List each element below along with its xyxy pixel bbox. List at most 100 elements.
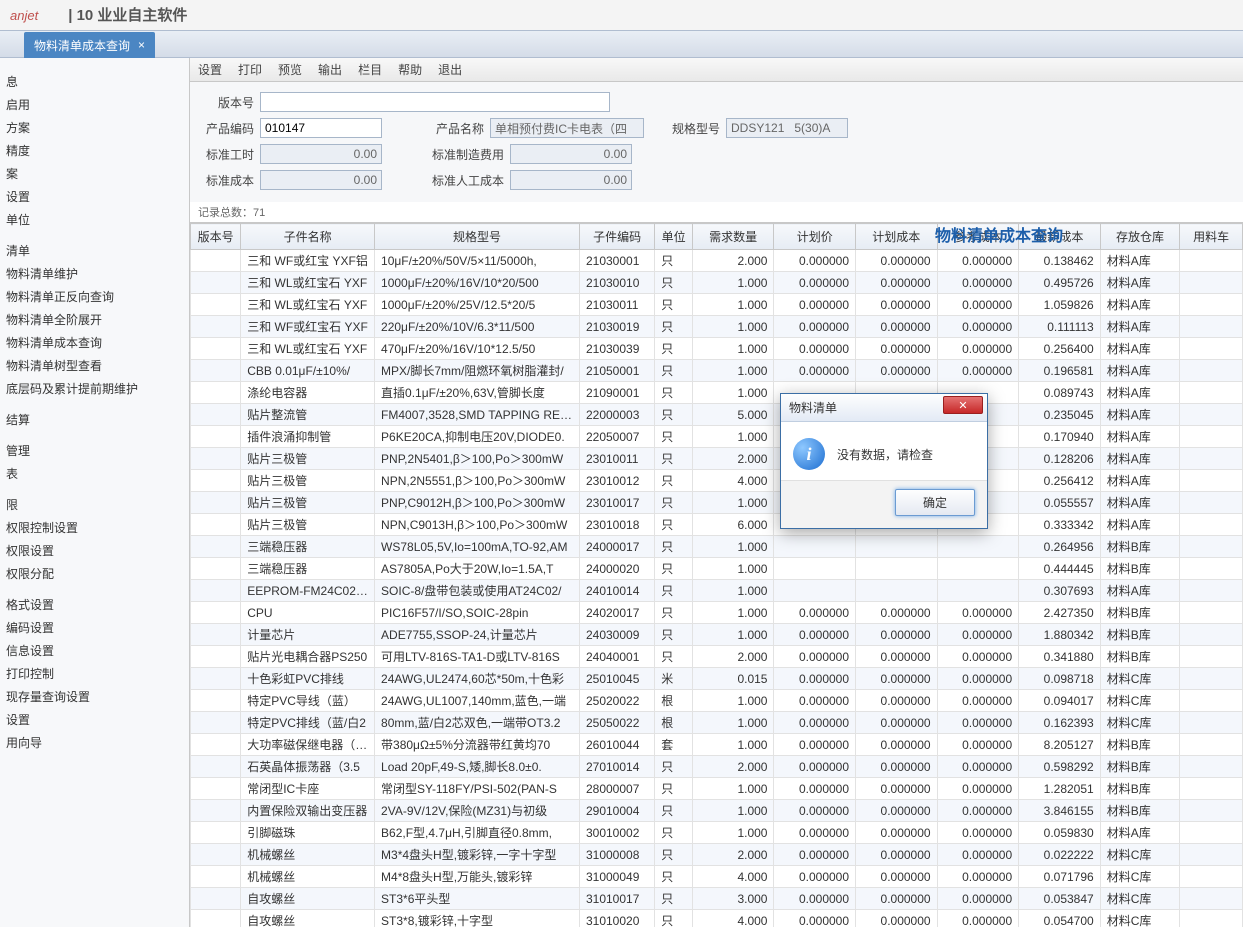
- sidebar-item[interactable]: 物料清单树型查看: [0, 354, 189, 377]
- sidebar-item[interactable]: 打印控制: [0, 662, 189, 685]
- column-header[interactable]: 子件名称: [241, 224, 375, 250]
- sidebar-item[interactable]: 权限控制设置: [0, 516, 189, 539]
- table-row[interactable]: CBB 0.01μF/±10%/MPX/脚长7mm/阻燃环氧树脂灌封/21050…: [191, 360, 1243, 382]
- table-row[interactable]: EEPROM-FM24C02（2.SOIC-8/盘带包装或使用AT24C02/2…: [191, 580, 1243, 602]
- table-row[interactable]: 内置保险双输出变压器2VA-9V/12V,保险(MZ31)与初级29010004…: [191, 800, 1243, 822]
- menu-item[interactable]: 退出: [438, 61, 462, 78]
- data-grid[interactable]: 版本号子件名称规格型号子件编码单位需求数量计划价计划成本参考成本最新成本存放仓库…: [190, 222, 1243, 927]
- table-row[interactable]: 贴片整流管FM4007,3528,SMD TAPPING REEL2200000…: [191, 404, 1243, 426]
- table-row[interactable]: 自攻螺丝ST3*8,镀彩锌,十字型31010020只4.0000.0000000…: [191, 910, 1243, 927]
- sidebar-item[interactable]: 方案: [0, 116, 189, 139]
- input-std-labor: [510, 170, 632, 190]
- sidebar-item[interactable]: 物料清单维护: [0, 262, 189, 285]
- brand-logo: anjet| 10 业业自主软件: [0, 0, 197, 28]
- record-count: 记录总数：71: [190, 202, 1243, 222]
- table-row[interactable]: 自攻螺丝ST3*6平头型31010017只3.0000.0000000.0000…: [191, 888, 1243, 910]
- table-row[interactable]: 贴片三极管PNP,C9012H,β＞100,Po＞300mW23010017只1…: [191, 492, 1243, 514]
- dialog-message: 没有数据，请检查: [837, 446, 933, 463]
- menu-item[interactable]: 输出: [318, 61, 342, 78]
- table-row[interactable]: 机械螺丝M3*4盘头H型,镀彩锌,一字十字型31000008只2.0000.00…: [191, 844, 1243, 866]
- table-row[interactable]: 计量芯片ADE7755,SSOP-24,计量芯片24030009只1.0000.…: [191, 624, 1243, 646]
- table-row[interactable]: 三和 WF或红宝石 YXF220μF/±20%/10V/6.3*11/50021…: [191, 316, 1243, 338]
- table-row[interactable]: 涤纶电容器直插0.1μF/±20%,63V,管脚长度21090001只1.000…: [191, 382, 1243, 404]
- column-header[interactable]: 单位: [655, 224, 693, 250]
- sidebar-item[interactable]: 编码设置: [0, 616, 189, 639]
- dialog-titlebar[interactable]: 物料清单 ✕: [781, 394, 987, 422]
- tab-bom-cost-query[interactable]: 物料清单成本查询 ×: [24, 32, 155, 58]
- column-header[interactable]: 子件编码: [579, 224, 654, 250]
- table-row[interactable]: CPUPIC16F57/I/SO,SOIC-28pin24020017只1.00…: [191, 602, 1243, 624]
- ok-button[interactable]: 确定: [895, 489, 975, 516]
- sidebar-item[interactable]: 设置: [0, 708, 189, 731]
- table-row[interactable]: 三和 WL或红宝石 YXF1000μF/±20%/16V/10*20/50021…: [191, 272, 1243, 294]
- sidebar-item[interactable]: 限: [0, 493, 189, 516]
- table-row[interactable]: 贴片光电耦合器PS250可用LTV-816S-TA1-D或LTV-816S240…: [191, 646, 1243, 668]
- menubar: 设置打印预览输出栏目帮助退出: [190, 58, 1243, 82]
- sidebar-item[interactable]: 案: [0, 162, 189, 185]
- label-std-cost: 标准成本: [198, 172, 254, 189]
- sidebar-item[interactable]: 设置: [0, 185, 189, 208]
- table-row[interactable]: 贴片三极管NPN,2N5551,β＞100,Po＞300mW23010012只4…: [191, 470, 1243, 492]
- column-header[interactable]: 计划成本: [856, 224, 938, 250]
- sidebar-item[interactable]: 物料清单成本查询: [0, 331, 189, 354]
- label-std-mfg: 标准制造费用: [428, 146, 504, 163]
- close-icon[interactable]: ×: [138, 38, 145, 52]
- input-product-code[interactable]: [260, 118, 382, 138]
- close-icon[interactable]: ✕: [943, 396, 983, 414]
- sidebar-item[interactable]: 表: [0, 462, 189, 485]
- sidebar-item[interactable]: 启用: [0, 93, 189, 116]
- table-row[interactable]: 三端稳压器WS78L05,5V,Io=100mA,TO-92,AM2400001…: [191, 536, 1243, 558]
- tab-bar: 物料清单成本查询 ×: [0, 30, 1243, 58]
- sidebar-item[interactable]: 用向导: [0, 731, 189, 754]
- sidebar-item[interactable]: 物料清单正反向查询: [0, 285, 189, 308]
- tab-label: 物料清单成本查询: [34, 37, 130, 54]
- sidebar-item[interactable]: 权限分配: [0, 562, 189, 585]
- sidebar-item[interactable]: 结算: [0, 408, 189, 431]
- table-row[interactable]: 石英晶体振荡器（3.5Load 20pF,49-S,矮,脚长8.0±0.2701…: [191, 756, 1243, 778]
- table-row[interactable]: 三和 WL或红宝石 YXF1000μF/±20%/25V/12.5*20/521…: [191, 294, 1243, 316]
- nav-sidebar: 息启用方案精度案设置单位清单物料清单维护物料清单正反向查询物料清单全阶展开物料清…: [0, 58, 190, 927]
- sidebar-item[interactable]: 单位: [0, 208, 189, 231]
- table-row[interactable]: 机械螺丝M4*8盘头H型,万能头,镀彩锌31000049只4.0000.0000…: [191, 866, 1243, 888]
- table-row[interactable]: 三端稳压器AS7805A,Po大于20W,Io=1.5A,T24000020只1…: [191, 558, 1243, 580]
- menu-item[interactable]: 设置: [198, 61, 222, 78]
- alert-dialog: 物料清单 ✕ i 没有数据，请检查 确定: [780, 393, 988, 529]
- sidebar-item[interactable]: 管理: [0, 439, 189, 462]
- column-header[interactable]: 计划价: [774, 224, 856, 250]
- sidebar-item[interactable]: 格式设置: [0, 593, 189, 616]
- sidebar-item[interactable]: 底层码及累计提前期维护: [0, 377, 189, 400]
- sidebar-item[interactable]: 精度: [0, 139, 189, 162]
- table-row[interactable]: 特定PVC导线（蓝）24AWG,UL1007,140mm,蓝色,一端250200…: [191, 690, 1243, 712]
- menu-item[interactable]: 预览: [278, 61, 302, 78]
- dialog-title: 物料清单: [789, 399, 837, 416]
- table-row[interactable]: 三和 WF或红宝 YXF铝10μF/±20%/50V/5×11/5000h,21…: [191, 250, 1243, 272]
- table-row[interactable]: 贴片三极管NPN,C9013H,β＞100,Po＞300mW23010018只6…: [191, 514, 1243, 536]
- menu-item[interactable]: 栏目: [358, 61, 382, 78]
- page-title: 物料清单成本查询: [935, 222, 1063, 246]
- column-header[interactable]: 规格型号: [375, 224, 580, 250]
- table-row[interactable]: 插件浪涌抑制管P6KE20CA,抑制电压20V,DIODE0.22050007只…: [191, 426, 1243, 448]
- table-row[interactable]: 贴片三极管PNP,2N5401,β＞100,Po＞300mW23010011只2…: [191, 448, 1243, 470]
- table-row[interactable]: 引脚磁珠B62,F型,4.7μH,引脚直径0.8mm,30010002只1.00…: [191, 822, 1243, 844]
- sidebar-item[interactable]: 权限设置: [0, 539, 189, 562]
- table-row[interactable]: 大功率磁保继电器（60带380μΩ±5%分流器带红黄均7026010044套1.…: [191, 734, 1243, 756]
- column-header[interactable]: 用料车: [1180, 224, 1243, 250]
- sidebar-item[interactable]: 物料清单全阶展开: [0, 308, 189, 331]
- table-row[interactable]: 常闭型IC卡座常闭型SY-118FY/PSI-502(PAN-S28000007…: [191, 778, 1243, 800]
- menu-item[interactable]: 帮助: [398, 61, 422, 78]
- table-row[interactable]: 特定PVC排线（蓝/白280mm,蓝/白2芯双色,一端带OT3.22505002…: [191, 712, 1243, 734]
- column-header[interactable]: 存放仓库: [1100, 224, 1179, 250]
- input-std-mfg: [510, 144, 632, 164]
- table-row[interactable]: 三和 WL或红宝石 YXF470μF/±20%/16V/10*12.5/5021…: [191, 338, 1243, 360]
- sidebar-item[interactable]: 现存量查询设置: [0, 685, 189, 708]
- column-header[interactable]: 需求数量: [692, 224, 774, 250]
- label-std-labor: 标准人工成本: [428, 172, 504, 189]
- label-spec: 规格型号: [664, 120, 720, 137]
- sidebar-item[interactable]: 息: [0, 70, 189, 93]
- sidebar-item[interactable]: 清单: [0, 239, 189, 262]
- table-row[interactable]: 十色彩虹PVC排线24AWG,UL2474,60芯*50m,十色彩2501004…: [191, 668, 1243, 690]
- column-header[interactable]: 版本号: [191, 224, 241, 250]
- input-version[interactable]: [260, 92, 610, 112]
- menu-item[interactable]: 打印: [238, 61, 262, 78]
- sidebar-item[interactable]: 信息设置: [0, 639, 189, 662]
